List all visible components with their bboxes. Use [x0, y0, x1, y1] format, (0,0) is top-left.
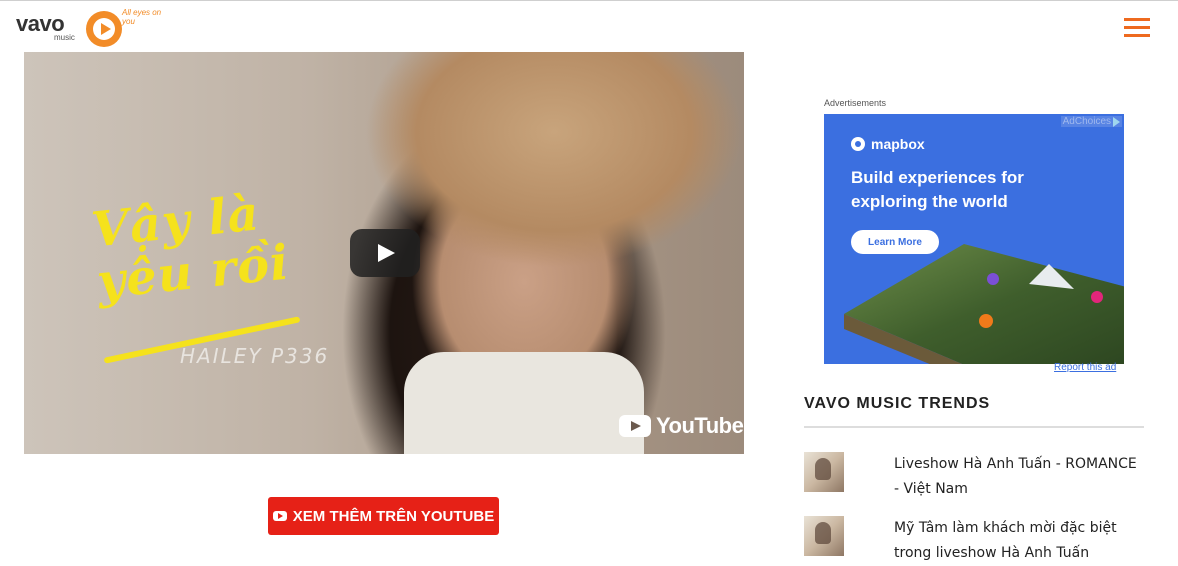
ad-headline: Build experiences for exploring the worl… [851, 168, 1024, 211]
adchoices-icon [1113, 116, 1120, 127]
video-artist-name: HAILEY P336 [180, 344, 330, 368]
vavo-music-logo[interactable]: vavo music All eyes on you [16, 8, 166, 48]
logo-play-icon [86, 11, 122, 47]
watch-more-label: XEM THÊM TRÊN YOUTUBE [292, 507, 495, 525]
mapbox-brand: mapbox [871, 136, 925, 152]
watch-more-on-youtube-button[interactable]: XEM THÊM TRÊN YOUTUBE [268, 497, 499, 535]
report-ad-link[interactable]: Report this ad [1054, 362, 1116, 373]
logo-subtitle: music [54, 33, 75, 42]
logo-slogan: All eyes on you [122, 8, 162, 26]
youtube-video-player[interactable]: Vậy là yêu rồi HAILEY P336 YouTube [24, 52, 744, 454]
trend-thumbnail[interactable] [804, 452, 844, 492]
trend-item[interactable]: Mỹ Tâm làm khách mời đặc biệt trong live… [804, 516, 1144, 566]
top-border [0, 0, 1178, 1]
trends-divider [804, 426, 1144, 428]
terrain-map-image [844, 244, 1124, 364]
trend-item[interactable]: Liveshow Hà Anh Tuấn - ROMANCE - Việt Na… [804, 452, 1144, 502]
play-icon[interactable] [350, 229, 420, 277]
trends-heading: VAVO MUSIC TRENDS [804, 395, 991, 412]
trend-thumbnail[interactable] [804, 516, 844, 556]
hamburger-menu-icon[interactable] [1124, 18, 1150, 38]
youtube-icon [619, 415, 651, 437]
mapbox-logo-icon [851, 137, 865, 151]
youtube-icon [272, 511, 287, 521]
adchoices-label: AdChoices [1062, 116, 1111, 127]
mapbox-ad[interactable]: AdChoices mapbox Build experiences for e… [824, 114, 1124, 364]
ad-label: Advertisements [824, 98, 887, 108]
youtube-wordmark: YouTube [656, 413, 744, 438]
video-thumbnail-figure [404, 352, 644, 454]
youtube-watermark[interactable]: YouTube [619, 412, 744, 440]
trend-title[interactable]: Liveshow Hà Anh Tuấn - ROMANCE - Việt Na… [894, 452, 1144, 502]
mapbox-logo: mapbox [851, 136, 925, 152]
adchoices-link[interactable]: AdChoices [1060, 116, 1122, 127]
trend-title[interactable]: Mỹ Tâm làm khách mời đặc biệt trong live… [894, 516, 1144, 566]
video-title-art: Vậy là yêu rồi [89, 185, 292, 311]
